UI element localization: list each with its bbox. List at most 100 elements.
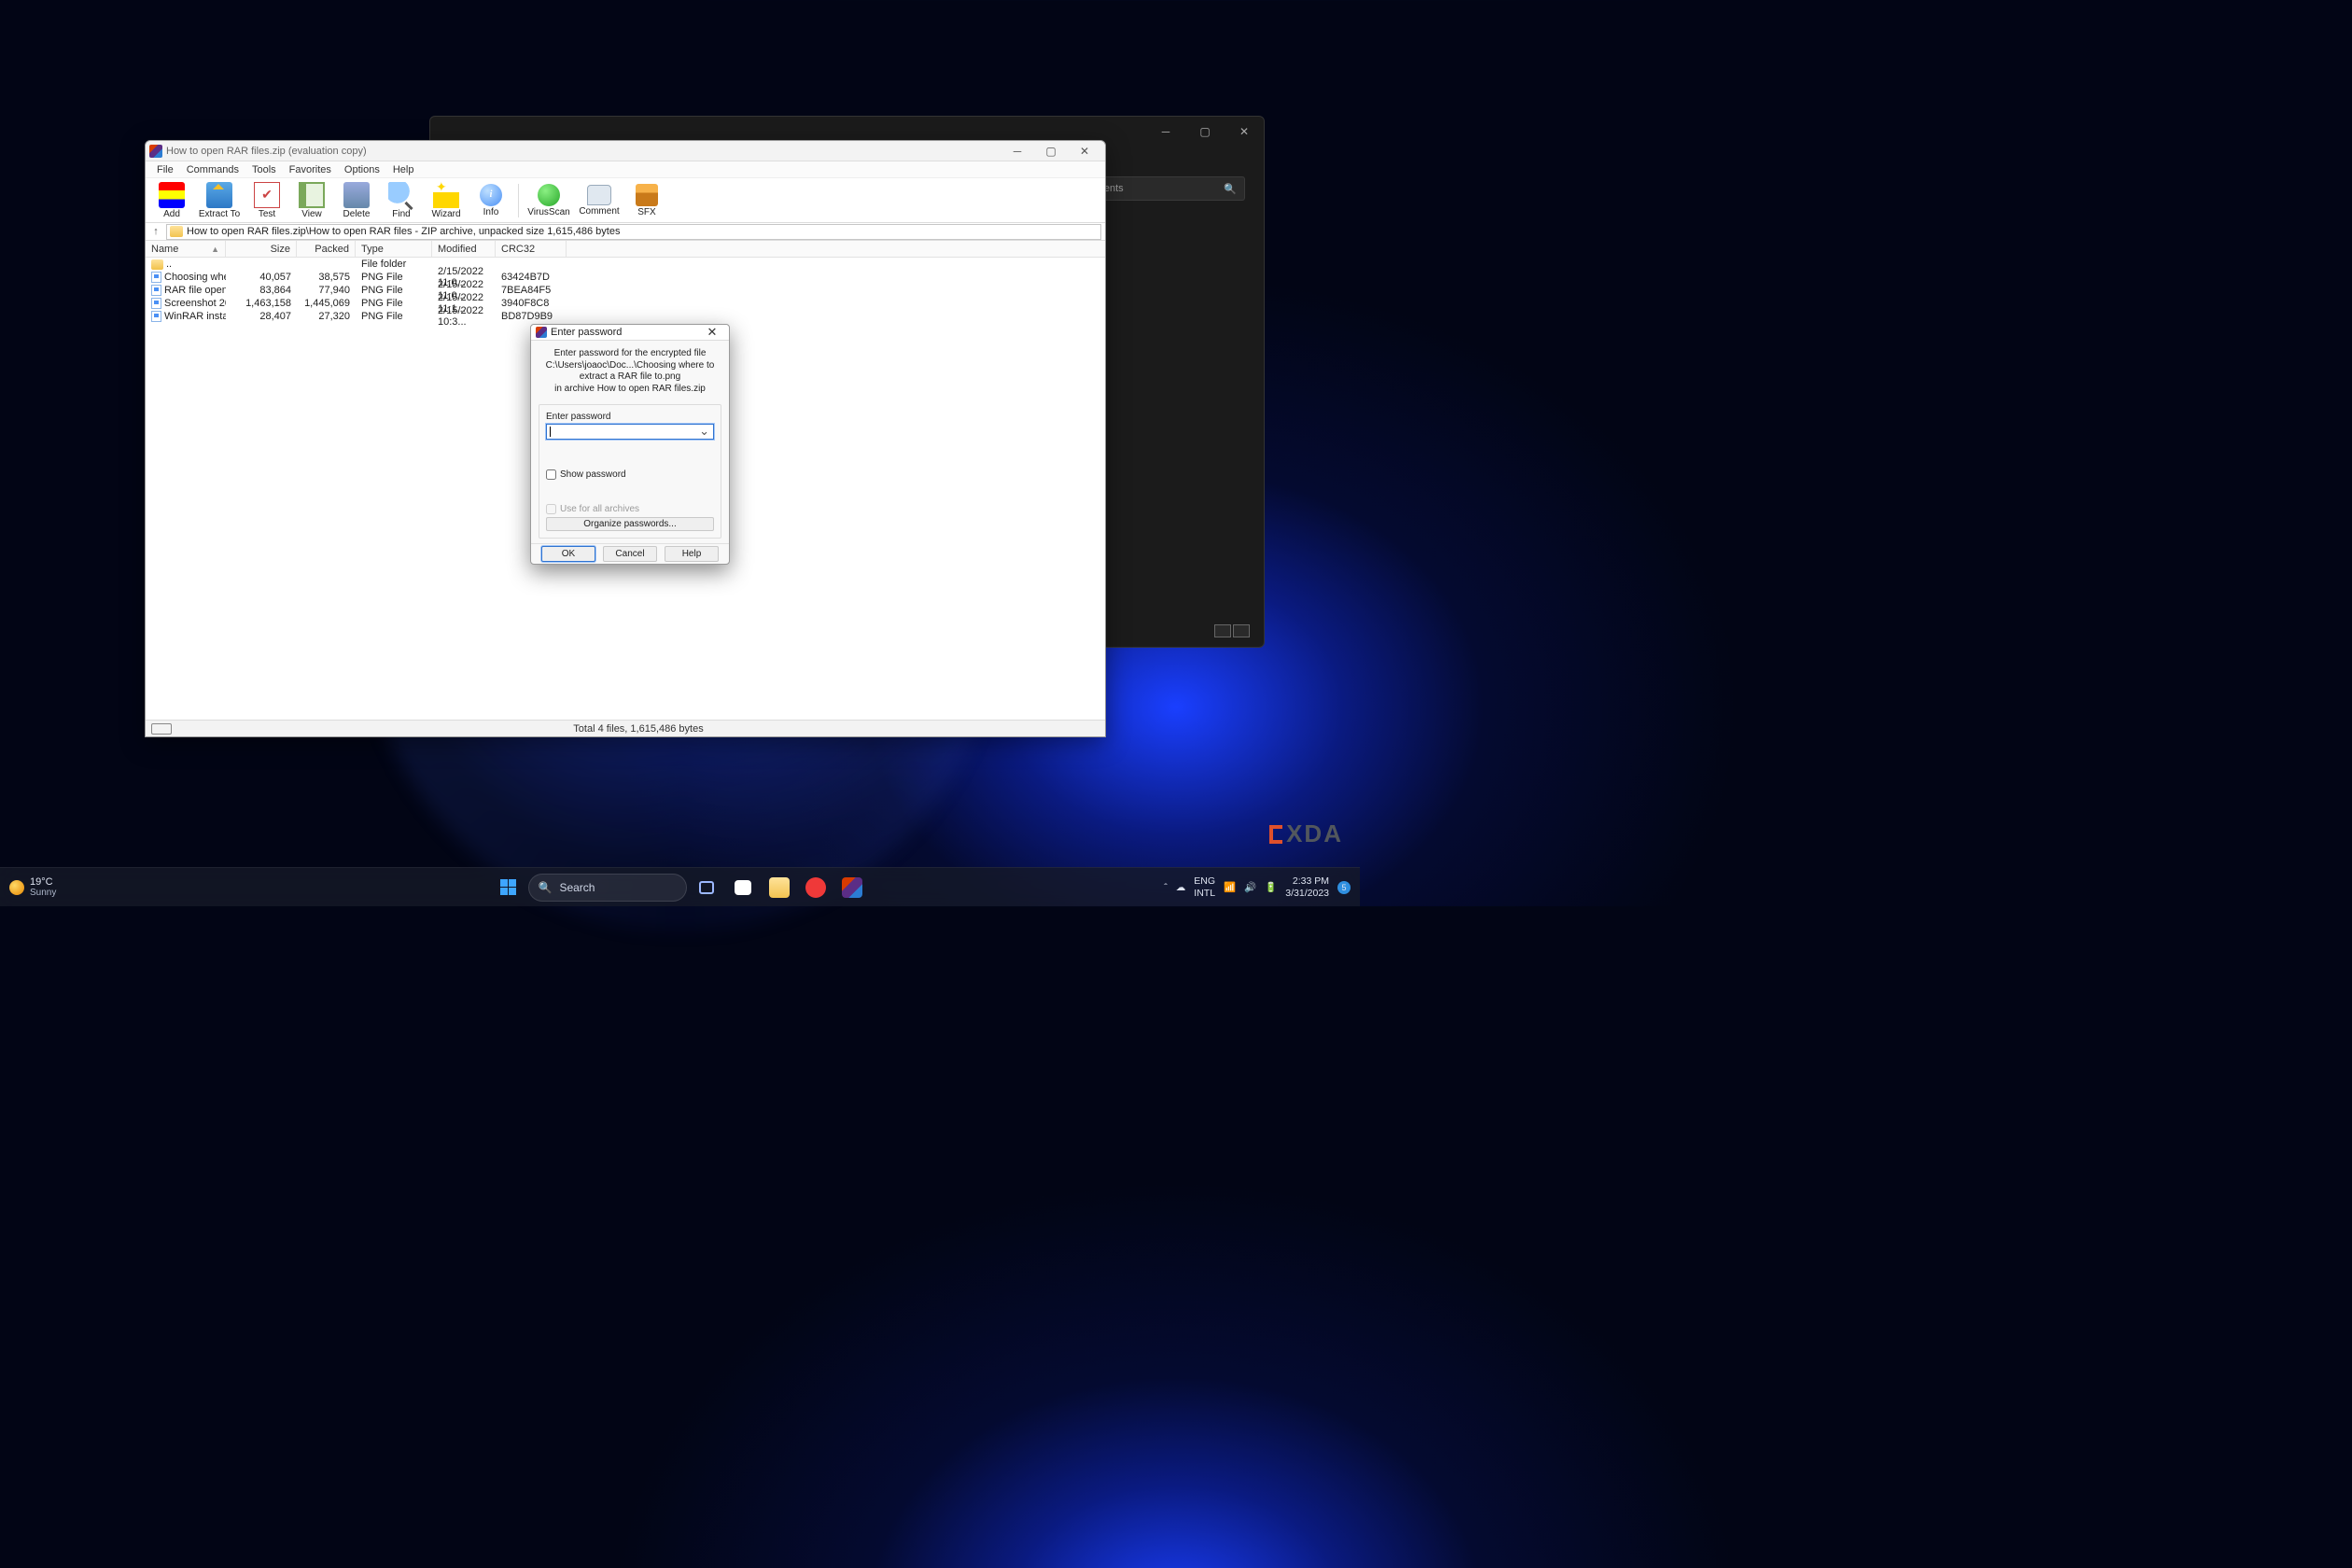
folder-icon <box>151 259 163 270</box>
start-button[interactable] <box>492 871 525 904</box>
toolbar-sfx-button[interactable]: SFX <box>626 184 667 217</box>
col-packed[interactable]: Packed <box>297 241 356 257</box>
bgwin-close[interactable]: ✕ <box>1225 119 1264 145</box>
menu-help[interactable]: Help <box>387 163 420 176</box>
col-size[interactable]: Size <box>226 241 297 257</box>
table-row[interactable]: Screenshot 2022...1,463,1581,445,069PNG … <box>146 297 1105 310</box>
toolbar-wiz-button[interactable]: Wizard <box>426 182 467 219</box>
onedrive-icon[interactable]: ☁ <box>1176 882 1186 893</box>
close-button[interactable]: ✕ <box>1068 142 1101 161</box>
titlebar[interactable]: How to open RAR files.zip (evaluation co… <box>146 141 1105 161</box>
toolbar-add-button[interactable]: Add <box>151 182 192 219</box>
toolbar-del-button[interactable]: Delete <box>336 182 377 219</box>
info-icon: i <box>480 184 502 206</box>
col-crc[interactable]: CRC32 <box>496 241 567 257</box>
toolbar-extract-button[interactable]: Extract To <box>196 182 243 219</box>
up-button[interactable]: ↑ <box>149 226 162 237</box>
taskbar: 19°C Sunny 🔍 Search ˆ ☁ ENG INTL 📶 🔊 🔋 2… <box>0 867 1360 906</box>
use-for-all-checkbox: Use for all archives <box>546 504 714 514</box>
cancel-button[interactable]: Cancel <box>603 546 657 562</box>
tray-overflow-icon[interactable]: ˆ <box>1164 882 1168 893</box>
comment-icon <box>587 185 611 205</box>
file-icon <box>151 285 161 296</box>
wifi-icon[interactable]: 📶 <box>1224 881 1236 893</box>
xda-logo-icon <box>1269 825 1282 844</box>
system-tray: ˆ ☁ ENG INTL 📶 🔊 🔋 2:33 PM 3/31/2023 5 <box>1155 875 1360 898</box>
virus-icon <box>538 184 560 206</box>
password-dialog: Enter password ✕ Enter password for the … <box>530 324 730 565</box>
help-button[interactable]: Help <box>665 546 719 562</box>
file-icon <box>151 298 161 309</box>
table-row[interactable]: WinRAR install s...28,40727,320PNG File2… <box>146 310 1105 323</box>
menubar: File Commands Tools Favorites Options He… <box>146 161 1105 178</box>
toolbar-test-button[interactable]: Test <box>246 182 287 219</box>
notifications-badge[interactable]: 5 <box>1337 881 1351 894</box>
status-bar: Total 4 files, 1,615,486 bytes <box>146 720 1105 736</box>
path-text: How to open RAR files.zip\How to open RA… <box>187 226 620 237</box>
add-icon <box>159 182 185 208</box>
taskbar-app-chat[interactable] <box>726 871 760 904</box>
extract-icon <box>206 182 232 208</box>
toolbar-view-button[interactable]: View <box>291 182 332 219</box>
toolbar-comment-button[interactable]: Comment <box>576 185 623 217</box>
dialog-close-button[interactable]: ✕ <box>700 325 724 340</box>
column-headers: Name▲ Size Packed Type Modified CRC32 <box>146 241 1105 258</box>
menu-file[interactable]: File <box>151 163 179 176</box>
toolbar: AddExtract ToTestViewDeleteFindWizardiIn… <box>146 178 1105 223</box>
search-icon: 🔍 <box>539 881 553 894</box>
menu-commands[interactable]: Commands <box>181 163 245 176</box>
maximize-button[interactable]: ▢ <box>1034 142 1068 161</box>
task-view-button[interactable] <box>690 871 723 904</box>
wiz-icon <box>433 182 459 208</box>
weather-widget[interactable]: 19°C Sunny <box>0 876 65 898</box>
col-modified[interactable]: Modified <box>432 241 496 257</box>
taskbar-app-explorer[interactable] <box>763 871 796 904</box>
table-row[interactable]: Choosing where ...40,05738,575PNG File2/… <box>146 271 1105 284</box>
folder-icon <box>170 226 183 237</box>
bgwin-minimize[interactable]: ─ <box>1146 119 1185 145</box>
view-thumbnails-icon[interactable] <box>1233 624 1250 637</box>
volume-icon[interactable]: 🔊 <box>1244 881 1256 893</box>
toolbar-virus-button[interactable]: VirusScan <box>525 184 572 217</box>
show-password-checkbox[interactable]: Show password <box>546 469 714 480</box>
menu-options[interactable]: Options <box>339 163 385 176</box>
toolbar-find-button[interactable]: Find <box>381 182 422 219</box>
test-icon <box>254 182 280 208</box>
search-icon: 🔍 <box>1224 183 1237 195</box>
organize-passwords-button[interactable]: Organize passwords... <box>546 517 714 531</box>
window-title: How to open RAR files.zip (evaluation co… <box>166 146 367 157</box>
view-details-icon[interactable] <box>1214 624 1231 637</box>
status-text: Total 4 files, 1,615,486 bytes <box>172 723 1105 735</box>
ok-button[interactable]: OK <box>541 546 595 562</box>
winrar-icon <box>149 145 162 158</box>
menu-favorites[interactable]: Favorites <box>284 163 337 176</box>
keyboard-icon <box>151 723 172 735</box>
toolbar-info-button[interactable]: iInfo <box>470 184 511 217</box>
clock[interactable]: 2:33 PM 3/31/2023 <box>1285 875 1329 898</box>
language-indicator[interactable]: ENG INTL <box>1194 875 1215 898</box>
weather-temp: 19°C <box>30 876 56 888</box>
sun-icon <box>9 880 24 895</box>
taskbar-app-winrar[interactable] <box>835 871 869 904</box>
dialog-message: Enter password for the encrypted file C:… <box>539 348 721 395</box>
sfx-icon <box>636 184 658 206</box>
dialog-titlebar[interactable]: Enter password ✕ <box>531 325 729 341</box>
bgwin-maximize[interactable]: ▢ <box>1185 119 1225 145</box>
file-icon <box>151 311 161 322</box>
battery-icon[interactable]: 🔋 <box>1265 881 1277 893</box>
address-bar: ↑ How to open RAR files.zip\How to open … <box>146 223 1105 241</box>
minimize-button[interactable]: ─ <box>1001 142 1034 161</box>
taskbar-search[interactable]: 🔍 Search <box>528 874 687 902</box>
del-icon <box>343 182 370 208</box>
password-label: Enter password <box>546 412 714 422</box>
col-type[interactable]: Type <box>356 241 432 257</box>
col-name[interactable]: Name▲ <box>146 241 226 257</box>
path-field[interactable]: How to open RAR files.zip\How to open RA… <box>166 224 1101 240</box>
taskbar-app-vivaldi[interactable] <box>799 871 833 904</box>
xda-watermark: XDA <box>1269 819 1343 848</box>
view-icon <box>299 182 325 208</box>
table-row[interactable]: RAR file open in ...83,86477,940PNG File… <box>146 284 1105 297</box>
password-input[interactable] <box>546 424 714 440</box>
menu-tools[interactable]: Tools <box>246 163 282 176</box>
table-row[interactable]: ..File folder <box>146 258 1105 271</box>
